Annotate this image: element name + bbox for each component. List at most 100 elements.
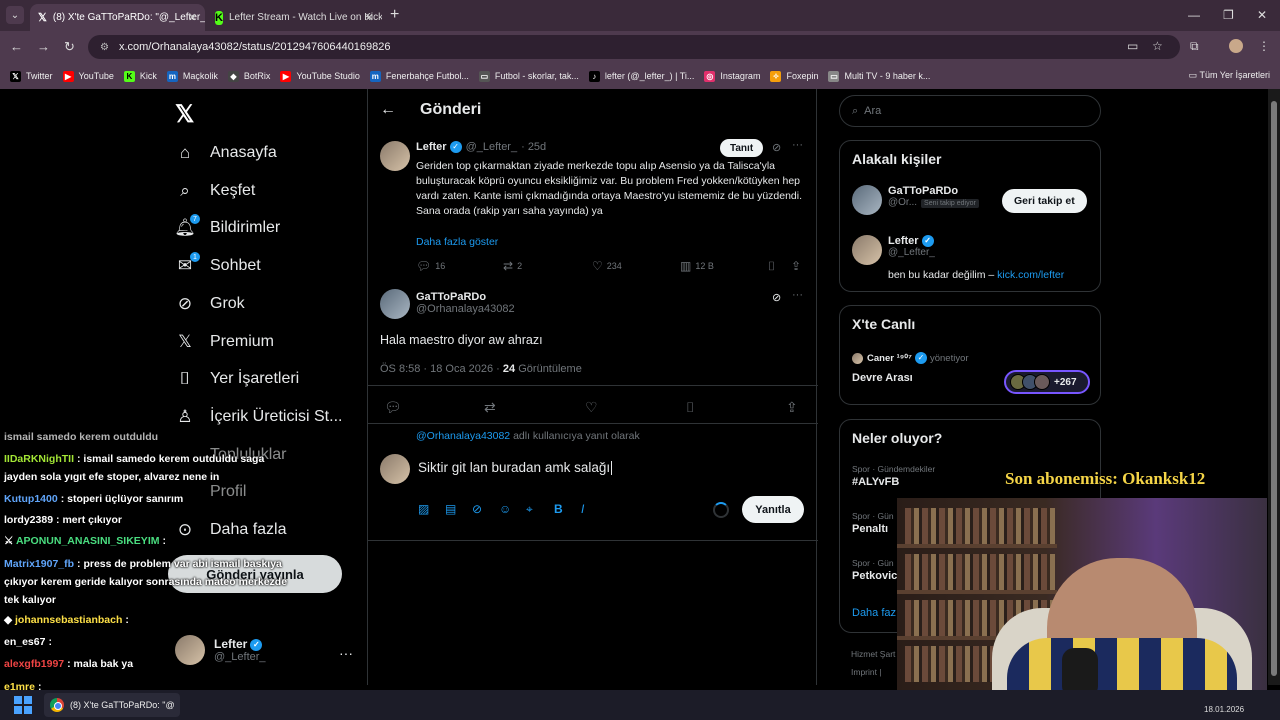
grok-icon[interactable]: ⊘ [472,502,482,516]
repost-icon[interactable]: ⇄ [484,399,496,416]
home-icon: ⌂ [179,143,191,162]
terms-link[interactable]: Hizmet Şart [851,645,895,663]
scrollbar-thumb[interactable] [1271,101,1277,676]
url-bar[interactable]: ⚙ x.com/Orhanalaya43082/status/201294760… [88,35,1180,59]
share-icon[interactable]: ⇪ [786,399,798,416]
window-close-icon[interactable]: ✕ [1257,8,1267,22]
back-icon[interactable]: ← [10,39,23,54]
nav-home[interactable]: ⌂ Anasayfa [174,142,277,164]
share-action[interactable]: ⇪ [791,259,805,273]
trend-item[interactable]: Spor · Gün Penaltı [852,511,894,535]
nav-grok[interactable]: ⊘ Grok [174,293,245,315]
bookmark-icon[interactable]: ⌷ [686,399,694,416]
avatar[interactable] [380,289,410,319]
all-bookmarks[interactable]: ▭ Tüm Yer İşaretleri [1189,70,1270,81]
show-more-link[interactable]: Daha fazla göster [416,236,498,248]
repost-action[interactable]: ⇄ 2 [503,259,522,273]
bookmark-item[interactable]: ✧ Foxepin [770,70,818,82]
image-icon[interactable]: ▨ [418,502,429,516]
trend-item[interactable]: Spor · Gün Petkovic [852,558,897,582]
gif-icon[interactable]: ▤ [445,502,456,516]
person-card[interactable]: Lefter ✓ @_Lefter_ [852,235,935,265]
reply-button[interactable]: Yanıtla [742,496,804,523]
avatar[interactable] [852,235,882,265]
profile-avatar[interactable] [1229,39,1243,53]
person-card[interactable]: GaTToPaRDo @Or... Seni takip ediyor [852,185,979,215]
repost-icon: ⇄ [503,259,514,273]
trend-item[interactable]: Spor · Gündemdekiler #ALYvFB [852,464,935,488]
emoji-icon[interactable]: ☺ [499,502,511,516]
avatar[interactable] [852,185,882,215]
bookmark-item[interactable]: 𝕏 Twitter [10,70,53,82]
bookmark-item[interactable]: ♪ lefter (@_lefter_) | Ti... [588,70,694,82]
italic-icon[interactable]: I [581,502,584,516]
close-icon[interactable]: ✕ [188,11,197,24]
back-arrow-icon[interactable]: ← [380,101,396,119]
bio-link[interactable]: kick.com/lefter [997,269,1064,281]
bookmark-item[interactable]: m Maçkolik [166,70,218,82]
show-more-trends[interactable]: Daha faz [852,607,896,619]
x-logo-icon[interactable]: 𝕏 [175,100,194,129]
minimize-icon[interactable]: — [1188,8,1200,22]
x-premium-icon: 𝕏 [178,332,192,351]
like-action[interactable]: ♡ 234 [592,259,622,273]
bookmark-action[interactable]: ⌷ [768,259,779,274]
windows-start-icon[interactable] [14,696,32,714]
bookmark-item[interactable]: ▶ YouTube [62,70,114,82]
bookmark-item[interactable]: ▶ YouTube Studio [280,70,360,82]
reply-action[interactable]: 💬︎ 16 [416,259,445,273]
heart-icon[interactable]: ♡ [585,399,598,416]
close-icon[interactable]: ✕ [365,11,374,24]
extensions-icon[interactable]: ⧉ [1190,39,1199,54]
forward-icon[interactable]: → [37,39,50,54]
avatar[interactable] [380,141,410,171]
bookmark-item[interactable]: ▭ Futbol - skorlar, tak... [478,70,579,82]
menu-icon[interactable]: ⋮ [1258,39,1270,53]
live-host[interactable]: Caner ¹⁹⁰⁷ ✓ yönetiyor [852,352,969,364]
cast-icon[interactable]: ▭ [1127,39,1138,53]
more-icon[interactable]: ··· [792,289,803,301]
bookmark-item[interactable]: ▭ Multi TV - 9 haber k... [828,70,930,82]
bookmark-item[interactable]: K Kick [123,70,157,82]
reload-icon[interactable]: ↻ [64,39,75,55]
bookshelf [905,554,1055,590]
promote-button[interactable]: Tanıt [720,139,764,157]
nav-bookmarks[interactable]: ⌷ Yer İşaretleri [174,368,299,390]
bookmark-item[interactable]: m Fenerbahçe Futbol... [369,70,469,82]
reply-icon[interactable]: 💬︎ [384,399,402,416]
star-icon[interactable]: ☆ [1152,39,1163,53]
grok-icon[interactable]: ⊘ [772,141,781,154]
author-name[interactable]: Lefter [416,141,447,153]
tab-search-button[interactable]: ⌄ [6,6,24,24]
nav-explore[interactable]: ⌕ Keşfet [174,180,255,202]
imprint-link[interactable]: Imprint | [851,663,895,681]
taskbar-chrome-app[interactable]: (8) X'te GaTToPaRDo: "@ [44,693,180,717]
bookmark-item[interactable]: ◆ BotRix [227,70,270,82]
x-icon: 𝕏 [10,70,21,82]
reply-handle-link[interactable]: @Orhanalaya43082 [416,430,510,442]
space-title[interactable]: Devre Arası [852,372,913,384]
author-name[interactable]: GaTToPaRDo [416,291,515,303]
nav-notifications[interactable]: 🔔︎ 7 Bildirimler [174,214,280,239]
grok-icon[interactable]: ⊘ [772,291,781,304]
nav-chat[interactable]: ✉ 1 Sohbet [174,252,261,277]
nav-premium[interactable]: 𝕏 Premium [174,331,274,353]
bookmark-item[interactable]: ◎ Instagram [704,70,760,82]
scrollbar[interactable] [1268,89,1280,685]
author-handle: @Orhanalaya43082 [416,303,515,315]
maximize-icon[interactable]: ❐ [1223,8,1234,22]
views-action[interactable]: ▥ 12 B [680,259,714,273]
x-icon: 𝕏 [38,12,47,24]
browser-tab-x[interactable]: 𝕏 (8) X'te GaTToPaRDo: "@_Lefter_ ✕ [30,4,205,31]
reply-input[interactable]: Siktir git lan buradan amk salağı [418,460,613,476]
search-input[interactable]: ⌕ Ara [839,95,1101,127]
new-tab-button[interactable]: + [390,6,399,24]
tiktok-icon: ♪ [588,70,600,82]
bold-icon[interactable]: B [554,502,563,516]
site-info-icon[interactable]: ⚙ [100,42,109,53]
follow-back-button[interactable]: Geri takip et [1002,189,1087,213]
location-icon[interactable]: ⌖ [526,502,533,517]
listeners-pill[interactable]: +267 [1004,370,1090,394]
browser-tab-kick[interactable]: K Lefter Stream - Watch Live on Kick ✕ [207,4,382,31]
more-icon[interactable]: ··· [792,139,803,151]
